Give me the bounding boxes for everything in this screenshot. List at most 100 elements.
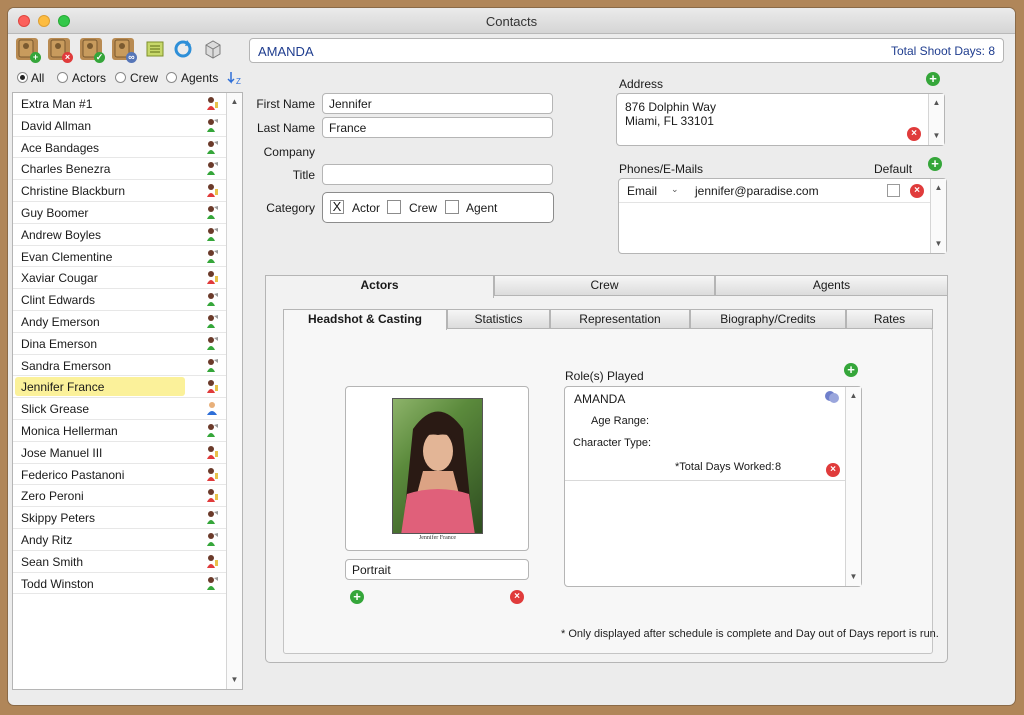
edit-contact-icon[interactable]: ✓ [80, 38, 105, 63]
toolbar: + × ✓ ∞ AMANDA Total Shoot Days: 8 [8, 34, 1015, 68]
add-contact-icon[interactable]: + [16, 38, 41, 63]
tab-crew[interactable]: Crew [494, 275, 715, 296]
contact-row[interactable]: Jennifer France [13, 376, 227, 399]
contact-row[interactable]: Federico Pastanoni [13, 464, 227, 486]
tab-headshot-casting[interactable]: Headshot & Casting [283, 309, 447, 330]
filter-actors-label: Actors [72, 71, 107, 85]
role-item[interactable]: AMANDA Age Range: Character Type: *Total… [565, 387, 846, 481]
contact-row[interactable]: Todd Winston [13, 573, 227, 595]
filter-actors-radio[interactable] [57, 72, 68, 83]
delete-phone-button[interactable]: × [910, 184, 924, 198]
contact-row[interactable]: Sean Smith [13, 551, 227, 573]
address-label: Address [619, 77, 664, 91]
contact-name: Xaviar Cougar [21, 271, 98, 286]
refresh-icon[interactable] [172, 38, 194, 60]
actor-male-icon [205, 423, 219, 438]
contact-row[interactable]: Extra Man #1 [13, 93, 227, 115]
phone-value[interactable]: jennifer@paradise.com [695, 184, 819, 198]
contact-row[interactable]: Guy Boomer [13, 202, 227, 224]
contact-row[interactable]: David Allman [13, 115, 227, 137]
contact-list: Extra Man #1 David Allman Ace Bandages Char… [12, 92, 243, 690]
tab-biography-credits[interactable]: Biography/Credits [690, 309, 846, 329]
contact-row[interactable]: Jose Manuel III [13, 442, 227, 464]
delete-address-button[interactable]: × [907, 127, 921, 141]
box-icon[interactable] [202, 38, 224, 60]
actor-female-icon [205, 96, 219, 111]
roles-scroll-down-icon[interactable]: ▼ [846, 570, 861, 584]
contact-row[interactable]: Xaviar Cougar [13, 267, 227, 290]
contact-row[interactable]: Evan Clementine [13, 246, 227, 268]
category-agent-checkbox[interactable] [445, 200, 459, 214]
contact-row[interactable]: Monica Hellerman [13, 420, 227, 442]
contact-name: Ace Bandages [21, 140, 100, 155]
link-contact-icon[interactable]: ∞ [112, 38, 137, 63]
tab-statistics[interactable]: Statistics [447, 309, 550, 329]
filter-crew-radio[interactable] [115, 72, 126, 83]
phone-row: Email ⌄ jennifer@paradise.com × [619, 179, 931, 203]
delete-contact-icon[interactable]: × [48, 38, 73, 63]
category-actor-checkbox[interactable]: X [330, 200, 344, 214]
contact-name: Clint Edwards [21, 293, 96, 308]
address-box[interactable]: 876 Dolphin Way Miami, FL 33101 × ▲ ▼ [616, 93, 945, 146]
roles-scroll-up-icon[interactable]: ▲ [846, 389, 861, 403]
address-scroll-down-icon[interactable]: ▼ [929, 129, 944, 143]
actor-male-icon [205, 576, 219, 591]
first-name-field[interactable]: Jennifer [322, 93, 553, 114]
contact-row[interactable]: Clint Edwards [13, 289, 227, 311]
contact-name: Jennifer France [21, 380, 105, 395]
actor-female-icon [205, 183, 219, 198]
add-address-button[interactable]: + [926, 72, 940, 86]
sort-icon[interactable]: Z [227, 70, 243, 89]
filter-agents-radio[interactable] [166, 72, 177, 83]
phones-scroll-down-icon[interactable]: ▼ [931, 237, 946, 251]
contacts-window: Contacts + × ✓ ∞ AMANDA Total Shoot Days… [8, 8, 1015, 705]
address-line-1: 876 Dolphin Way [625, 100, 716, 114]
contact-row[interactable]: Dina Emerson [13, 333, 227, 355]
headshot-type-field[interactable]: Portrait [345, 559, 529, 580]
contact-row[interactable]: Sandra Emerson [13, 355, 227, 377]
address-scroll-up-icon[interactable]: ▲ [929, 96, 944, 110]
actor-male-icon [205, 140, 219, 155]
contact-row[interactable]: Charles Benezra [13, 158, 227, 181]
contact-row[interactable]: Ace Bandages [13, 137, 227, 159]
phones-scroll-up-icon[interactable]: ▲ [931, 181, 946, 195]
title-field[interactable] [322, 164, 553, 185]
address-scrollbar[interactable]: ▲ ▼ [928, 94, 944, 145]
chevron-down-icon[interactable]: ⌄ [671, 184, 679, 195]
tab-actors[interactable]: Actors [265, 275, 494, 298]
add-phone-button[interactable]: + [928, 157, 942, 171]
roles-scrollbar[interactable]: ▲ ▼ [845, 387, 861, 586]
contact-name: Jose Manuel III [21, 445, 103, 460]
contact-row[interactable]: Andy Ritz [13, 529, 227, 551]
tab-rates[interactable]: Rates [846, 309, 933, 329]
contact-row[interactable]: Christine Blackburn [13, 180, 227, 202]
list-icon[interactable] [144, 38, 166, 60]
delete-role-button[interactable]: × [826, 463, 840, 477]
phone-default-checkbox[interactable] [887, 184, 900, 197]
svg-text:Z: Z [236, 77, 241, 86]
contact-row[interactable]: Andrew Boyles [13, 224, 227, 246]
contact-list-scrollbar[interactable]: ▲ ▼ [226, 93, 242, 689]
contact-name: Sandra Emerson [21, 358, 112, 373]
phones-scrollbar[interactable]: ▲ ▼ [930, 179, 946, 253]
category-crew-checkbox[interactable] [387, 200, 401, 214]
last-name-field[interactable]: France [322, 117, 553, 138]
address-line-2: Miami, FL 33101 [625, 114, 714, 128]
headshot-photo [392, 398, 483, 534]
phone-type-select[interactable]: Email [627, 184, 657, 198]
tab-representation[interactable]: Representation [550, 309, 690, 329]
contact-row[interactable]: Slick Grease [13, 398, 227, 420]
filter-all-radio[interactable] [17, 72, 28, 83]
contact-row[interactable]: Zero Peroni [13, 485, 227, 508]
scroll-down-icon[interactable]: ▼ [227, 673, 242, 687]
add-headshot-button[interactable]: + [350, 590, 364, 604]
tab-agents[interactable]: Agents [715, 275, 948, 296]
add-role-button[interactable]: + [844, 363, 858, 377]
contact-row[interactable]: Skippy Peters [13, 507, 227, 529]
category-crew-label: Crew [409, 201, 438, 215]
actor-male-icon [205, 510, 219, 525]
title-label: Title [292, 168, 315, 182]
delete-headshot-button[interactable]: × [510, 590, 524, 604]
contact-name: Zero Peroni [21, 489, 84, 504]
contact-row[interactable]: Andy Emerson [13, 311, 227, 333]
